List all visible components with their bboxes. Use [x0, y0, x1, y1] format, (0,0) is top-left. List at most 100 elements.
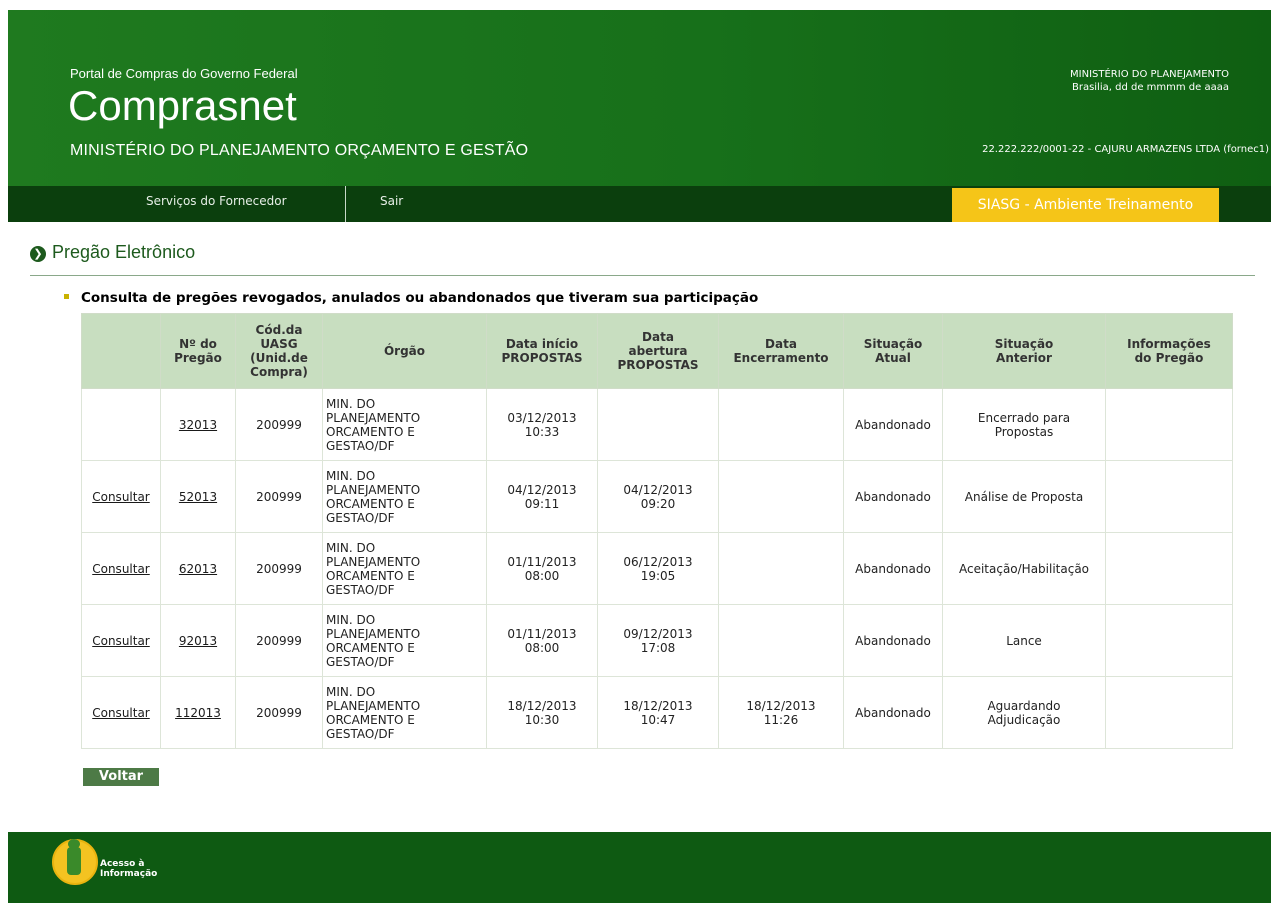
site-footer	[8, 832, 1271, 903]
data-inicio-cell: 01/11/2013 08:00	[486, 532, 598, 605]
page-title-text: Pregão Eletrônico	[52, 242, 196, 262]
consultar-cell: Consultar	[81, 532, 161, 605]
pregoes-table: Nº do Pregão Cód.da UASG (Unid.de Compra) Ór…	[81, 313, 1233, 749]
orgao-cell: MIN. DO PLANEJAMENTO ORCAMENTO E GESTAO/DF	[322, 460, 487, 533]
acesso-line-1: Acesso à	[100, 859, 145, 869]
col-situacao-atual: Situação Atual	[843, 313, 943, 389]
pregao-link[interactable]: 112013	[175, 706, 221, 720]
pregao-link[interactable]: 32013	[179, 418, 217, 432]
data-abertura-cell	[597, 388, 719, 461]
orgao-cell: MIN. DO PLANEJAMENTO ORCAMENTO E GESTAO/DF	[322, 676, 487, 749]
table-row: Consultar 62013 200999 MIN. DO PLANEJAMEN…	[81, 532, 1233, 605]
col-numero-pregao: Nº do Pregão	[160, 313, 236, 389]
data-encerramento-cell	[718, 604, 844, 677]
consultar-cell: Consultar	[81, 676, 161, 749]
situacao-anterior-cell: Aguardando Adjudicação	[942, 676, 1106, 749]
data-abertura-cell: 09/12/2013 17:08	[597, 604, 719, 677]
col-informacoes: Informações do Pregão	[1105, 313, 1233, 389]
col-data-encerramento: Data Encerramento	[718, 313, 844, 389]
section-subtitle: Consulta de pregões revogados, anulados …	[64, 290, 758, 306]
page-frame: Portal de Compras do Governo Federal Com…	[8, 10, 1271, 903]
data-encerramento-cell	[718, 460, 844, 533]
arrow-right-icon: ❯	[30, 246, 46, 262]
data-abertura-cell: 18/12/2013 10:47	[597, 676, 719, 749]
information-icon-stem	[67, 847, 81, 875]
pregao-cell: 112013	[160, 676, 236, 749]
orgao-cell: MIN. DO PLANEJAMENTO ORCAMENTO E GESTAO/DF	[322, 388, 487, 461]
situacao-anterior-cell: Encerrado para Propostas	[942, 388, 1106, 461]
orgao-cell: MIN. DO PLANEJAMENTO ORCAMENTO E GESTAO/DF	[322, 532, 487, 605]
table-row: Consultar 92013 200999 MIN. DO PLANEJAMEN…	[81, 604, 1233, 677]
consultar-link[interactable]: Consultar	[92, 706, 150, 720]
col-data-inicio: Data início PROPOSTAS	[486, 313, 598, 389]
environment-badge: SIASG - Ambiente Treinamento	[952, 188, 1219, 222]
situacao-atual-cell: Abandonado	[843, 676, 943, 749]
ministry-short-label: MINISTÉRIO DO PLANEJAMENTO	[1070, 69, 1229, 80]
orgao-cell: MIN. DO PLANEJAMENTO ORCAMENTO E GESTAO/DF	[322, 604, 487, 677]
table-header-row: Nº do Pregão Cód.da UASG (Unid.de Compra) Ór…	[81, 313, 1233, 389]
data-inicio-cell: 18/12/2013 10:30	[486, 676, 598, 749]
title-divider	[30, 275, 1255, 276]
data-encerramento-cell	[718, 532, 844, 605]
col-orgao: Órgão	[322, 313, 487, 389]
table-row: 32013 200999 MIN. DO PLANEJAMENTO ORCAMENT…	[81, 388, 1233, 461]
pregao-link[interactable]: 92013	[179, 634, 217, 648]
col-consultar	[81, 313, 161, 389]
consultar-cell: Consultar	[81, 460, 161, 533]
informacoes-cell	[1105, 676, 1233, 749]
data-encerramento-cell: 18/12/2013 11:26	[718, 676, 844, 749]
uasg-cell: 200999	[235, 460, 323, 533]
table-row: Consultar 112013 200999 MIN. DO PLANEJAME…	[81, 676, 1233, 749]
pregao-cell: 62013	[160, 532, 236, 605]
nav-servicos-fornecedor[interactable]: Serviços do Fornecedor	[146, 186, 287, 222]
informacoes-cell	[1105, 532, 1233, 605]
data-encerramento-cell	[718, 388, 844, 461]
informacoes-cell	[1105, 388, 1233, 461]
consultar-link[interactable]: Consultar	[92, 490, 150, 504]
pregao-link[interactable]: 62013	[179, 562, 217, 576]
consultar-link[interactable]: Consultar	[92, 562, 150, 576]
uasg-cell: 200999	[235, 532, 323, 605]
data-inicio-cell: 01/11/2013 08:00	[486, 604, 598, 677]
situacao-atual-cell: Abandonado	[843, 460, 943, 533]
situacao-atual-cell: Abandonado	[843, 532, 943, 605]
data-inicio-cell: 03/12/2013 10:33	[486, 388, 598, 461]
consultar-cell	[81, 388, 161, 461]
information-icon[interactable]	[52, 839, 98, 885]
informacoes-cell	[1105, 460, 1233, 533]
acesso-line-2: Informação	[100, 869, 158, 879]
nav-sair[interactable]: Sair	[380, 186, 403, 222]
date-label: Brasilia, dd de mmmm de aaaa	[1071, 82, 1229, 93]
data-abertura-cell: 04/12/2013 09:20	[597, 460, 719, 533]
uasg-cell: 200999	[235, 676, 323, 749]
logged-user-label: 22.222.222/0001-22 - CAJURU ARMAZENS LTD…	[982, 144, 1269, 155]
pregao-cell: 92013	[160, 604, 236, 677]
situacao-anterior-cell: Análise de Proposta	[942, 460, 1106, 533]
pregao-cell: 32013	[160, 388, 236, 461]
site-header: Portal de Compras do Governo Federal Com…	[8, 10, 1271, 186]
situacao-anterior-cell: Lance	[942, 604, 1106, 677]
table-row: Consultar 52013 200999 MIN. DO PLANEJAMEN…	[81, 460, 1233, 533]
brand-title[interactable]: Comprasnet	[68, 82, 297, 130]
portal-label: Portal de Compras do Governo Federal	[70, 66, 298, 81]
pregao-cell: 52013	[160, 460, 236, 533]
data-abertura-cell: 06/12/2013 19:05	[597, 532, 719, 605]
ministry-label: MINISTÉRIO DO PLANEJAMENTO ORÇAMENTO E G…	[70, 142, 529, 159]
voltar-button[interactable]: Voltar	[83, 768, 159, 786]
situacao-atual-cell: Abandonado	[843, 388, 943, 461]
pregao-link[interactable]: 52013	[179, 490, 217, 504]
consultar-link[interactable]: Consultar	[92, 634, 150, 648]
uasg-cell: 200999	[235, 388, 323, 461]
page-title: ❯ Pregão Eletrônico	[30, 242, 195, 263]
consultar-cell: Consultar	[81, 604, 161, 677]
situacao-anterior-cell: Aceitação/Habilitação	[942, 532, 1106, 605]
nav-divider	[345, 186, 346, 222]
data-inicio-cell: 04/12/2013 09:11	[486, 460, 598, 533]
uasg-cell: 200999	[235, 604, 323, 677]
situacao-atual-cell: Abandonado	[843, 604, 943, 677]
acesso-informacao-label[interactable]: Acesso à Informação	[100, 859, 157, 879]
col-data-abertura: Data abertura PROPOSTAS	[597, 313, 719, 389]
col-uasg: Cód.da UASG (Unid.de Compra)	[235, 313, 323, 389]
bullet-icon	[64, 294, 69, 299]
informacoes-cell	[1105, 604, 1233, 677]
